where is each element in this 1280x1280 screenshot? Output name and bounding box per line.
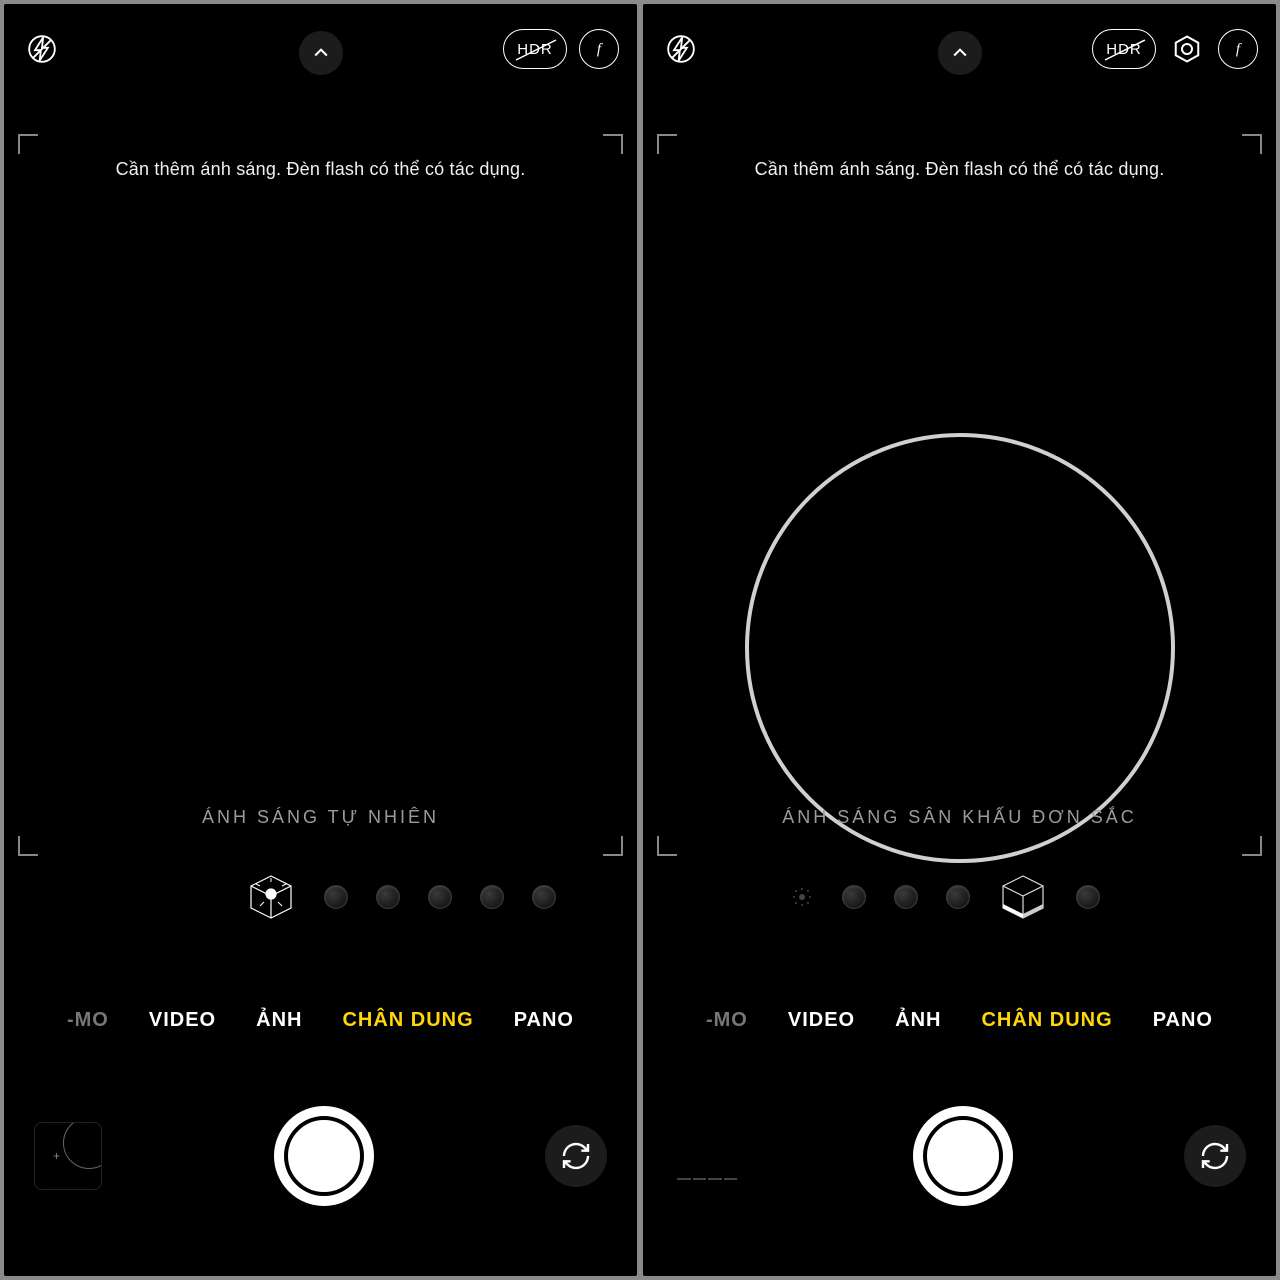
lighting-hex-icon[interactable] [1168,29,1206,69]
svg-text:f: f [597,42,603,58]
lighting-option-dot[interactable] [428,885,452,909]
lighting-option-dot[interactable] [324,885,348,909]
chevron-up-icon[interactable] [299,31,343,75]
mode-pano[interactable]: PANO [1153,1009,1213,1032]
chevron-up-icon[interactable] [938,31,982,75]
camera-screen-right: HDR f Cần thêm ánh sáng. Đèn flash có th… [643,4,1276,1276]
lighting-dial[interactable] [643,872,1276,922]
low-light-hint: Cần thêm ánh sáng. Đèn flash có thể có t… [643,159,1276,180]
mode-photo[interactable]: ẢNH [895,1009,941,1032]
lighting-option-dot[interactable] [480,885,504,909]
mode-slomo[interactable]: -MO [706,1009,748,1032]
lighting-mode-label: ÁNH SÁNG TỰ NHIÊN [4,807,637,828]
mode-portrait[interactable]: CHÂN DUNG [981,1009,1112,1032]
last-photo-thumbnail[interactable]: + [34,1122,102,1190]
lighting-cube-selected-icon[interactable] [246,872,296,922]
mode-video[interactable]: VIDEO [788,1009,855,1032]
last-photo-thumbnail[interactable] [673,1122,741,1190]
hdr-off-button[interactable]: HDR [503,29,567,69]
mode-slomo[interactable]: -MO [67,1009,109,1032]
bottom-bar [643,1036,1276,1276]
mode-pano[interactable]: PANO [514,1009,574,1032]
filters-button[interactable]: f [579,29,619,69]
lighting-option-dot[interactable] [376,885,400,909]
filters-button[interactable]: f [1218,29,1258,69]
portrait-focus-circle [745,433,1175,863]
low-light-hint: Cần thêm ánh sáng. Đèn flash có thể có t… [4,159,637,180]
mode-portrait[interactable]: CHÂN DUNG [342,1009,473,1032]
lighting-option-dot[interactable] [842,885,866,909]
lighting-option-dot[interactable] [1076,885,1100,909]
camera-screen-left: HDR f Cần thêm ánh sáng. Đèn flash có th… [4,4,637,1276]
flash-off-icon[interactable] [22,29,62,69]
shutter-button[interactable] [274,1106,374,1206]
lighting-option-dot[interactable] [946,885,970,909]
flip-camera-button[interactable] [545,1125,607,1187]
top-bar: HDR f [643,4,1276,94]
top-bar: HDR f [4,4,637,94]
svg-text:f: f [1236,42,1242,58]
camera-mode-strip[interactable]: -MO VIDEO ẢNH CHÂN DUNG PANO [643,1009,1276,1032]
shutter-button[interactable] [913,1106,1013,1206]
lighting-cube-selected-icon[interactable] [998,872,1048,922]
flash-off-icon[interactable] [661,29,701,69]
camera-mode-strip[interactable]: -MO VIDEO ẢNH CHÂN DUNG PANO [4,1009,637,1032]
flip-camera-button[interactable] [1184,1125,1246,1187]
viewfinder-frame [18,134,623,856]
hdr-off-button[interactable]: HDR [1092,29,1156,69]
lighting-option-first[interactable] [790,885,814,909]
lighting-mode-label: ÁNH SÁNG SÂN KHẤU ĐƠN SẮC [643,807,1276,828]
mode-photo[interactable]: ẢNH [256,1009,302,1032]
mode-video[interactable]: VIDEO [149,1009,216,1032]
bottom-bar: + [4,1036,637,1276]
lighting-option-dot[interactable] [532,885,556,909]
lighting-dial[interactable] [4,872,637,922]
lighting-option-dot[interactable] [894,885,918,909]
